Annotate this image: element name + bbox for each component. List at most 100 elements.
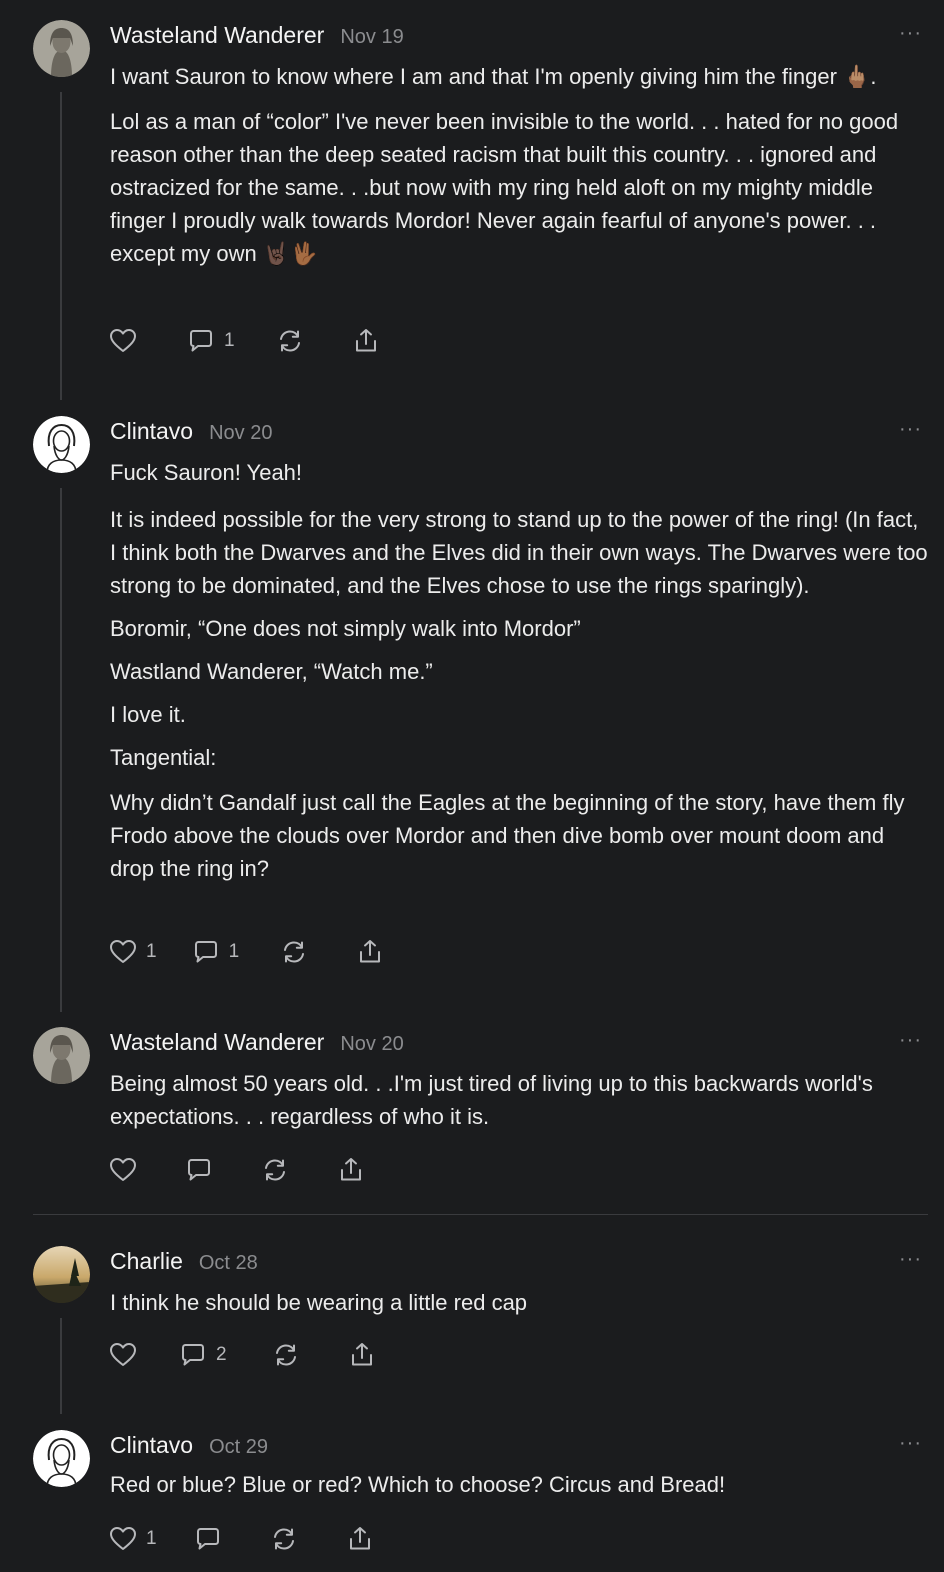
comment-paragraph: Being almost 50 years old. . .I'm just t…: [110, 1071, 873, 1129]
comment: Clintavo Nov 20 ··· Fuck Sauron! Yeah! I…: [0, 416, 944, 1016]
comment-body: Red or blue? Blue or red? Which to choos…: [110, 1468, 930, 1511]
thread-line: [60, 488, 62, 1012]
reply-count: 2: [216, 1344, 227, 1365]
reply-button[interactable]: [184, 1155, 214, 1185]
restack-button[interactable]: [269, 1524, 299, 1554]
more-icon[interactable]: ···: [899, 22, 922, 45]
comment-header: Clintavo Nov 20: [110, 418, 272, 452]
comment-paragraph: I want Sauron to know where I am and tha…: [110, 64, 877, 89]
comment-icon: [184, 1155, 214, 1185]
more-icon[interactable]: ···: [899, 1029, 922, 1052]
comment-icon: [193, 1524, 223, 1554]
comment-icon: [178, 1340, 208, 1370]
like-button[interactable]: [108, 326, 146, 356]
comment-actions: 1: [108, 1524, 411, 1554]
comment-actions: 1: [108, 326, 417, 356]
author-name[interactable]: Charlie: [110, 1248, 183, 1275]
like-button[interactable]: [108, 1340, 138, 1370]
restack-icon: [279, 937, 309, 967]
avatar[interactable]: [33, 416, 90, 473]
share-icon: [336, 1155, 366, 1185]
comment-date[interactable]: Nov 19: [340, 26, 403, 49]
heart-icon: [108, 326, 138, 356]
comment-paragraph: I love it.: [110, 702, 186, 727]
avatar[interactable]: [33, 1430, 90, 1487]
share-icon: [351, 326, 381, 356]
comment-paragraph: Why didn’t Gandalf just call the Eagles …: [110, 790, 905, 881]
comment-date[interactable]: Nov 20: [209, 422, 272, 445]
reply-count: 1: [228, 941, 240, 962]
comment-paragraph: Wastland Wanderer, “Watch me.”: [110, 659, 433, 684]
comment-date[interactable]: Oct 28: [199, 1252, 258, 1275]
author-name[interactable]: Clintavo: [110, 1432, 193, 1459]
share-icon: [347, 1340, 377, 1370]
comment: Clintavo Oct 29 ··· Red or blue? Blue or…: [0, 1430, 944, 1572]
restack-button[interactable]: [275, 326, 305, 356]
heart-icon: [108, 1155, 138, 1185]
comment-paragraph: Fuck Sauron! Yeah!: [110, 460, 303, 485]
share-icon: [355, 937, 385, 967]
share-icon: [345, 1524, 375, 1554]
avatar[interactable]: [33, 20, 90, 77]
avatar[interactable]: [33, 1246, 90, 1303]
author-name[interactable]: Wasteland Wanderer: [110, 1029, 324, 1056]
comment-header: Wasteland Wanderer Nov 20: [110, 1029, 404, 1063]
comment: Wasteland Wanderer Nov 20 ··· Being almo…: [0, 1027, 944, 1197]
comment-date[interactable]: Nov 20: [340, 1033, 403, 1056]
comment-body: Being almost 50 years old. . .I'm just t…: [110, 1067, 930, 1143]
reply-count: 1: [224, 330, 235, 351]
like-count: 1: [146, 941, 157, 962]
comment-paragraph: Lol as a man of “color” I've never been …: [110, 109, 899, 266]
share-button[interactable]: [345, 1524, 375, 1554]
comment-body: Fuck Sauron! Yeah! It is indeed possible…: [110, 456, 930, 895]
comment-paragraph: I think he should be wearing a little re…: [110, 1290, 528, 1315]
comment-icon: [191, 937, 221, 967]
restack-icon: [271, 1340, 301, 1370]
divider: [33, 1214, 928, 1215]
more-icon[interactable]: ···: [899, 1432, 922, 1455]
heart-icon: [108, 937, 138, 967]
comment-body: I want Sauron to know where I am and tha…: [110, 60, 930, 280]
reply-button[interactable]: 2: [178, 1340, 227, 1370]
like-button[interactable]: 1: [108, 937, 157, 967]
avatar[interactable]: [33, 1027, 90, 1084]
reply-button[interactable]: 1: [186, 326, 235, 356]
restack-button[interactable]: [260, 1155, 290, 1185]
share-button[interactable]: [351, 326, 381, 356]
restack-icon: [275, 326, 305, 356]
restack-button[interactable]: [271, 1340, 301, 1370]
comment-paragraph: Boromir, “One does not simply walk into …: [110, 616, 581, 641]
more-icon[interactable]: ···: [899, 418, 922, 441]
comment-actions: [108, 1155, 402, 1185]
comment-body: I think he should be wearing a little re…: [110, 1286, 930, 1329]
comment-paragraph: Red or blue? Blue or red? Which to choos…: [110, 1472, 726, 1497]
like-count: 1: [146, 1528, 157, 1549]
like-button[interactable]: 1: [108, 1524, 157, 1554]
reply-button[interactable]: [193, 1524, 223, 1554]
comment-actions: 1 1: [108, 937, 421, 967]
thread-line: [60, 1318, 62, 1414]
comment-actions: 2: [108, 1340, 413, 1370]
comment-header: Wasteland Wanderer Nov 19: [110, 22, 404, 56]
comment: Charlie Oct 28 ··· I think he should be …: [0, 1246, 944, 1416]
heart-icon: [108, 1524, 138, 1554]
comment-date[interactable]: Oct 29: [209, 1436, 268, 1459]
like-button[interactable]: [108, 1155, 138, 1185]
comment-paragraph: Tangential:: [110, 745, 217, 770]
comment-header: Clintavo Oct 29: [110, 1432, 268, 1466]
thread-line: [60, 92, 62, 400]
restack-button[interactable]: [279, 937, 309, 967]
reply-button[interactable]: 1: [191, 937, 240, 967]
comment-header: Charlie Oct 28: [110, 1248, 258, 1282]
share-button[interactable]: [336, 1155, 366, 1185]
author-name[interactable]: Wasteland Wanderer: [110, 22, 324, 49]
comment-paragraph: It is indeed possible for the very stron…: [110, 507, 928, 598]
author-name[interactable]: Clintavo: [110, 418, 193, 445]
heart-icon: [108, 1340, 138, 1370]
comment-icon: [186, 326, 216, 356]
share-button[interactable]: [355, 937, 385, 967]
restack-icon: [269, 1524, 299, 1554]
more-icon[interactable]: ···: [899, 1248, 922, 1271]
share-button[interactable]: [347, 1340, 377, 1370]
comment: Wasteland Wanderer Nov 19 ··· I want Sau…: [0, 20, 944, 400]
